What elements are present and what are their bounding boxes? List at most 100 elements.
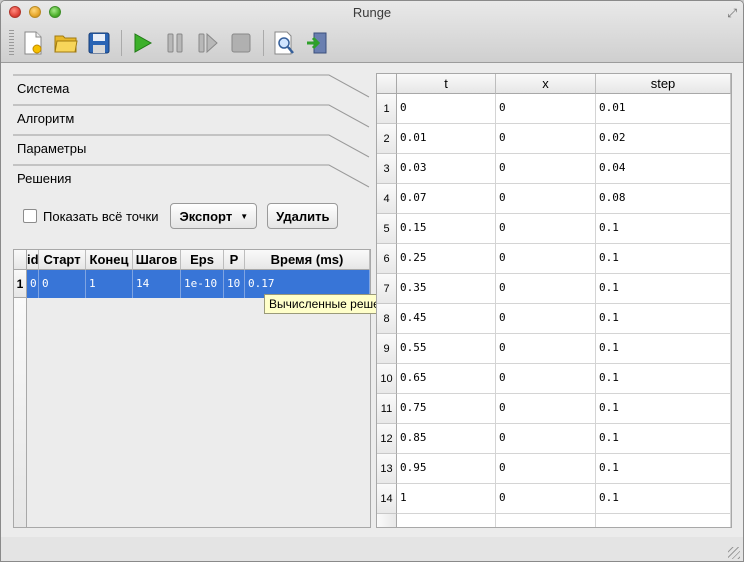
row-header[interactable]: 4 [377, 184, 397, 214]
table-cell[interactable]: 0 [496, 424, 596, 454]
table-cell[interactable]: 0 [496, 124, 596, 154]
preview-zoom-icon[interactable] [271, 30, 297, 56]
table-cell[interactable]: 0.55 [397, 334, 496, 364]
table-cell[interactable]: 0.15 [397, 214, 496, 244]
table-cell[interactable]: 0.02 [596, 124, 731, 154]
table-cell[interactable]: 0.45 [397, 304, 496, 334]
table-cell[interactable]: 0 [496, 334, 596, 364]
column-header-steps[interactable]: Шагов [133, 250, 181, 270]
section-parameters[interactable]: Параметры [13, 133, 371, 163]
column-header-start[interactable]: Старт [39, 250, 86, 270]
table-cell[interactable]: 0.1 [596, 454, 731, 484]
row-header[interactable]: 9 [377, 334, 397, 364]
row-header[interactable]: 8 [377, 304, 397, 334]
column-header-end[interactable]: Конец [86, 250, 133, 270]
table-cell[interactable]: 0.25 [397, 244, 496, 274]
table-cell[interactable]: 0.1 [596, 274, 731, 304]
results-table[interactable]: t x step 1 0 0 0.01 2 0.01 0 0.02 3 0.03 0 0.04 4 0.0… [376, 73, 732, 528]
table-cell[interactable]: 0.04 [596, 154, 731, 184]
export-label: Экспорт [179, 208, 233, 224]
section-solutions[interactable]: Решения [13, 163, 371, 193]
main-window: Runge ⤢ Система Алгоритм Параметры Решен… [0, 0, 744, 562]
column-header-x[interactable]: x [496, 74, 596, 94]
title-toolbar-area: Runge ⤢ [1, 1, 743, 63]
table-cell[interactable]: 1 [397, 484, 496, 514]
table-cell[interactable]: 0 [27, 270, 39, 298]
table-cell[interactable]: 1e-10 [181, 270, 224, 298]
table-cell[interactable]: 0.01 [596, 94, 731, 124]
solutions-table[interactable]: id Старт Конец Шагов Eps P Время (ms) 1 … [13, 249, 371, 528]
row-header[interactable]: 1 [14, 270, 27, 298]
table-cell[interactable]: 0.1 [596, 394, 731, 424]
stop-icon[interactable] [228, 30, 254, 56]
show-all-points-label[interactable]: Показать всё точки [43, 209, 158, 224]
table-cell[interactable]: 0.01 [397, 124, 496, 154]
column-header-time[interactable]: Время (ms) [245, 250, 370, 270]
column-header-eps[interactable]: Eps [181, 250, 224, 270]
table-cell[interactable]: 0.08 [596, 184, 731, 214]
row-header[interactable]: 2 [377, 124, 397, 154]
row-header[interactable]: 13 [377, 454, 397, 484]
column-header-step[interactable]: step [596, 74, 731, 94]
section-system[interactable]: Система [13, 73, 371, 103]
open-folder-icon[interactable] [53, 30, 79, 56]
table-cell[interactable]: 0.65 [397, 364, 496, 394]
row-header[interactable]: 1 [377, 94, 397, 124]
table-cell[interactable]: 0.35 [397, 274, 496, 304]
play-icon[interactable] [129, 30, 155, 56]
row-header[interactable]: 6 [377, 244, 397, 274]
table-cell[interactable]: 0 [496, 304, 596, 334]
table-cell[interactable]: 0 [397, 94, 496, 124]
table-cell[interactable]: 0 [39, 270, 86, 298]
export-dropdown-button[interactable]: Экспорт ▼ [170, 203, 258, 229]
table-cell[interactable]: 0.85 [397, 424, 496, 454]
row-header[interactable]: 10 [377, 364, 397, 394]
step-forward-icon[interactable] [195, 30, 221, 56]
table-cell[interactable]: 0.1 [596, 334, 731, 364]
table-cell[interactable]: 0.1 [596, 364, 731, 394]
table-cell[interactable]: 0.1 [596, 244, 731, 274]
table-cell[interactable]: 0 [496, 214, 596, 244]
table-cell[interactable]: 0 [496, 184, 596, 214]
row-header[interactable]: 3 [377, 154, 397, 184]
show-all-points-checkbox[interactable] [23, 209, 37, 223]
table-cell[interactable]: 0.1 [596, 424, 731, 454]
row-header-empty [377, 514, 397, 527]
table-cell[interactable]: 0 [496, 244, 596, 274]
section-algorithm[interactable]: Алгоритм [13, 103, 371, 133]
row-header[interactable]: 11 [377, 394, 397, 424]
resize-grip[interactable] [728, 547, 740, 559]
table-cell[interactable]: 0.07 [397, 184, 496, 214]
exit-icon[interactable] [304, 30, 330, 56]
delete-button[interactable]: Удалить [267, 203, 339, 229]
table-cell[interactable]: 0 [496, 364, 596, 394]
toolbar-grip[interactable] [9, 30, 14, 56]
pause-icon[interactable] [162, 30, 188, 56]
table-cell[interactable]: 0.75 [397, 394, 496, 424]
table-cell[interactable]: 0.1 [596, 304, 731, 334]
table-cell[interactable]: 14 [133, 270, 181, 298]
new-document-icon[interactable] [20, 30, 46, 56]
save-disk-icon[interactable] [86, 30, 112, 56]
table-cell[interactable]: 0 [496, 394, 596, 424]
fullscreen-icon[interactable]: ⤢ [727, 6, 737, 21]
table-cell[interactable]: 0.03 [397, 154, 496, 184]
section-label: Параметры [17, 141, 87, 156]
row-header[interactable]: 7 [377, 274, 397, 304]
table-cell[interactable]: 0 [496, 154, 596, 184]
table-cell[interactable]: 0.1 [596, 484, 731, 514]
table-cell[interactable]: 0.1 [596, 214, 731, 244]
table-cell[interactable]: 0 [496, 454, 596, 484]
table-cell[interactable]: 0.95 [397, 454, 496, 484]
table-cell[interactable]: 1 [86, 270, 133, 298]
column-header-p[interactable]: P [224, 250, 245, 270]
row-header[interactable]: 5 [377, 214, 397, 244]
table-cell[interactable]: 0 [496, 94, 596, 124]
column-header-t[interactable]: t [397, 74, 496, 94]
row-header[interactable]: 12 [377, 424, 397, 454]
row-header[interactable]: 14 [377, 484, 397, 514]
column-header-id[interactable]: id [27, 250, 39, 270]
table-cell[interactable]: 10 [224, 270, 245, 298]
table-cell[interactable]: 0 [496, 274, 596, 304]
table-cell[interactable]: 0 [496, 484, 596, 514]
